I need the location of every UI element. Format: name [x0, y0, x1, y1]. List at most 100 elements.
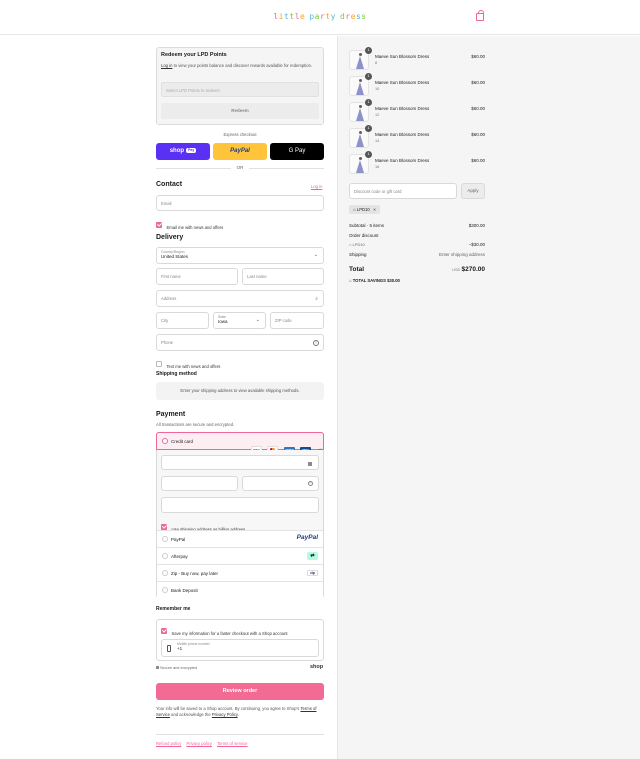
zip-logo: zip — [307, 570, 318, 576]
lock-icon — [308, 462, 312, 466]
item-size: 14 — [375, 139, 380, 143]
item-price: $60.00 — [471, 132, 485, 137]
shipping-method-title: Shipping method — [156, 371, 197, 377]
payment-option-paypal[interactable]: PayPal PayPal — [157, 530, 323, 547]
item-size: 8 — [375, 61, 378, 65]
expiration-field[interactable] — [161, 476, 238, 491]
security-code-field[interactable]: ? — [242, 476, 319, 491]
logo-letter: s — [361, 12, 367, 21]
state-select[interactable]: State Iowa ⌄ — [213, 312, 266, 329]
order-item: 1 Maeve Sun Blossom Dress 10 $60.00 — [349, 73, 485, 96]
payment-option-zip[interactable]: Zip - Buy now, pay later zip — [157, 564, 323, 581]
item-size: 16 — [375, 165, 380, 169]
save-info-checkbox[interactable]: Save my information for a faster checkou… — [161, 622, 288, 640]
news-checkbox[interactable]: Email me with news and offers — [156, 216, 223, 234]
credit-card-option[interactable]: Credit card VISA AMEX DISC +1 — [156, 432, 324, 454]
search-icon: ⌕ — [315, 295, 318, 302]
remember-me-title: Remember me — [156, 606, 191, 612]
address-placeholder: Address — [161, 296, 177, 301]
card-number-field[interactable] — [161, 455, 319, 470]
mobile-phone-field[interactable]: Mobile phone number +1 — [161, 639, 319, 657]
discount-code-field[interactable]: Discount code or gift card — [349, 183, 457, 199]
item-size: 10 — [375, 87, 380, 91]
redeem-login-link[interactable]: Log in — [161, 63, 172, 68]
checkbox-empty-icon — [156, 360, 162, 367]
afterpay-label: Afterpay — [171, 553, 188, 559]
help-icon[interactable]: ? — [313, 339, 319, 346]
currency-label: USD — [452, 268, 461, 272]
refund-policy-link[interactable]: Refund policy — [156, 741, 181, 746]
applied-discount-tag: ⌂ LPD10 ✕ — [349, 205, 381, 214]
applied-code: LPD10 — [356, 207, 370, 212]
name-on-card-field[interactable] — [161, 497, 319, 513]
privacy-policy-link[interactable]: Privacy policy — [186, 741, 212, 746]
redeem-button[interactable]: Redeem — [161, 103, 319, 119]
shop-pay-button[interactable]: shop Pay — [156, 143, 210, 160]
close-icon[interactable]: ✕ — [373, 207, 377, 212]
item-name: Maeve Sun Blossom Dress — [375, 132, 430, 137]
discount-code-row: ⌂ LPD10 −$30.00 — [349, 242, 485, 247]
address-field[interactable]: Address ⌕ — [156, 290, 324, 307]
item-name: Maeve Sun Blossom Dress — [375, 158, 430, 163]
mobile-phone-icon — [167, 645, 171, 652]
text-offers-label: Text me with news and offers — [166, 364, 221, 369]
savings-label: TOTAL SAVINGS — [352, 278, 386, 283]
email-field[interactable]: Email — [156, 195, 324, 211]
shipping-row: Shipping Enter shipping address — [349, 252, 485, 257]
legal-period: . — [237, 712, 239, 718]
radio-icon — [162, 570, 168, 576]
country-value: United States — [161, 254, 189, 259]
phone-placeholder: Phone — [161, 340, 174, 345]
secure-encrypted-note: Secure and encrypted — [156, 666, 197, 670]
radio-icon — [162, 553, 168, 559]
item-name: Maeve Sun Blossom Dress — [375, 80, 430, 85]
quantity-badge: 1 — [365, 73, 372, 80]
quantity-badge: 1 — [365, 99, 372, 106]
payment-option-bank-deposit[interactable]: Bank Deposit — [157, 581, 323, 598]
item-size: 12 — [375, 113, 380, 117]
checkbox-checked-icon — [156, 221, 162, 228]
credit-card-label: Credit card — [171, 438, 194, 444]
item-price: $60.00 — [471, 106, 485, 111]
google-pay-button[interactable]: G Pay — [270, 143, 324, 160]
review-order-button[interactable]: Review order — [156, 683, 324, 700]
mobile-phone-value: +1 — [177, 646, 183, 651]
redeem-description: Log in to view your points balance and d… — [161, 63, 316, 69]
paypal-express-button[interactable]: PayPal — [213, 143, 267, 160]
shopping-bag-icon[interactable] — [476, 10, 484, 21]
savings-value: $30.00 — [387, 278, 400, 283]
paypal-logo: PayPal — [296, 534, 318, 541]
item-price: $60.00 — [471, 80, 485, 85]
discount-code-label: LPD10 — [352, 242, 365, 247]
first-name-field[interactable]: First name — [156, 268, 238, 285]
shipping-label: Shipping — [349, 252, 367, 257]
terms-of-service-link[interactable]: Terms of service — [217, 741, 247, 746]
total-label: Total — [349, 266, 365, 273]
payment-subtitle: All transactions are secure and encrypte… — [156, 422, 235, 427]
order-item: 1 Maeve Sun Blossom Dress 12 $60.00 — [349, 99, 485, 122]
legal-prefix: Your info will be saved to a Shop accoun… — [156, 706, 301, 711]
redeem-points-select[interactable]: Select LPD Points to redeem — [161, 82, 319, 97]
apply-button[interactable]: Apply — [461, 183, 485, 199]
country-select[interactable]: Country/Region United States ⌄ — [156, 247, 324, 264]
chevron-down-icon: ⌄ — [255, 317, 260, 323]
quantity-badge: 1 — [365, 47, 372, 54]
tag-icon: ⌂ — [349, 242, 352, 247]
subtotal-row: Subtotal · 5 items $300.00 — [349, 223, 485, 228]
zip-field[interactable]: ZIP code — [270, 312, 324, 329]
last-name-field[interactable]: Last name — [242, 268, 324, 285]
phone-field[interactable]: Phone? — [156, 334, 324, 351]
secure-text: Secure and encrypted — [160, 666, 198, 670]
help-icon[interactable]: ? — [308, 481, 313, 486]
payment-option-afterpay[interactable]: Afterpay ⇄ — [157, 547, 323, 564]
total-savings-row: ⌂ TOTAL SAVINGS $30.00 — [349, 278, 485, 283]
city-field[interactable]: City — [156, 312, 209, 329]
tag-icon: ⌂ — [349, 278, 352, 283]
logo[interactable]: little party dress — [0, 12, 640, 21]
privacy-link[interactable]: Privacy Policy — [212, 712, 238, 717]
contact-login-link[interactable]: Log in — [311, 184, 322, 189]
save-info-label: Save my information for a faster checkou… — [171, 631, 288, 636]
legal-text: Your info will be saved to a Shop accoun… — [156, 706, 324, 719]
bank-deposit-label: Bank Deposit — [171, 587, 198, 593]
order-item: 1 Maeve Sun Blossom Dress 14 $60.00 — [349, 125, 485, 148]
